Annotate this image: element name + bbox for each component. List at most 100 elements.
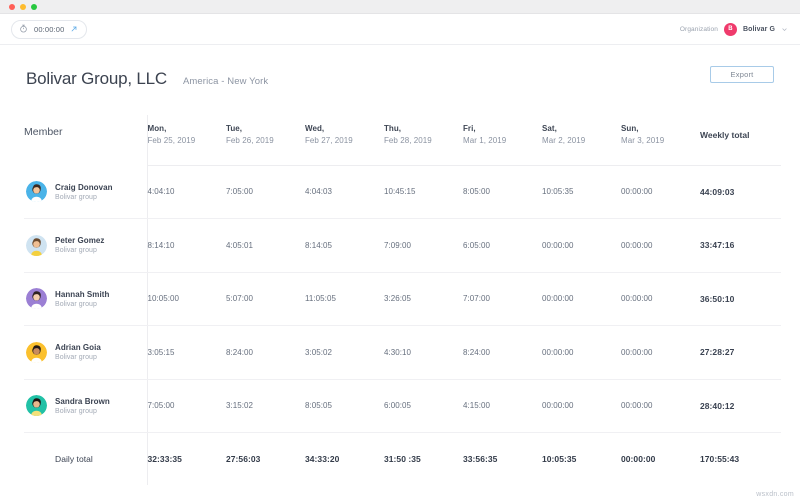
time-cell: 4:05:01 [226, 219, 305, 273]
column-header-day: Mon, Feb 25, 2019 [147, 115, 226, 165]
time-cell: 3:05:02 [305, 326, 384, 380]
weekly-total-cell: 36:50:10 [700, 272, 781, 326]
column-header-day: Thu, Feb 28, 2019 [384, 115, 463, 165]
member-name: Craig Donovan [55, 183, 113, 192]
time-cell: 00:00:00 [542, 379, 621, 433]
member-cell[interactable]: Adrian GoiaBolivar group [24, 326, 147, 380]
daily-total-cell: 31:50 :35 [384, 433, 463, 485]
organization-avatar: B [724, 23, 737, 36]
chevron-down-icon[interactable] [781, 20, 788, 38]
weekly-report-table-wrapper: Member Mon, Feb 25, 2019 Tue, Feb 26, 20… [24, 115, 776, 485]
daily-total-cell: 33:56:35 [463, 433, 542, 485]
member-organization: Bolivar group [55, 247, 104, 254]
weekly-total-cell: 27:28:27 [700, 326, 781, 380]
time-cell: 00:00:00 [542, 272, 621, 326]
day-of-week-label: Tue, [226, 123, 305, 135]
member-cell[interactable]: Sandra BrownBolivar group [24, 379, 147, 433]
grand-total-cell: 170:55:43 [700, 433, 781, 485]
page-timezone: America - New York [183, 76, 268, 87]
time-cell: 8:24:00 [226, 326, 305, 380]
daily-total-cell: 10:05:35 [542, 433, 621, 485]
day-date-label: Mar 2, 2019 [542, 135, 621, 147]
member-organization: Bolivar group [55, 194, 113, 201]
time-cell: 4:30:10 [384, 326, 463, 380]
table-row[interactable]: Adrian GoiaBolivar group3:05:158:24:003:… [24, 326, 781, 380]
member-cell[interactable]: Peter Gomez Bolivar group [24, 219, 147, 273]
day-of-week-label: Sat, [542, 123, 621, 135]
column-header-day: Tue, Feb 26, 2019 [226, 115, 305, 165]
time-cell: 6:00:05 [384, 379, 463, 433]
time-cell: 3:05:15 [147, 326, 226, 380]
avatar-portrait [26, 342, 47, 363]
time-cell: 8:14:05 [305, 219, 384, 273]
day-of-week-label: Mon, [148, 123, 227, 135]
time-cell: 00:00:00 [621, 219, 700, 273]
daily-total-cell: 27:56:03 [226, 433, 305, 485]
table-row[interactable]: Craig DonovanBolivar group4:04:107:05:00… [24, 165, 781, 219]
day-of-week-label: Fri, [463, 123, 542, 135]
timer-widget[interactable]: 00:00:00 [11, 20, 87, 39]
expand-arrow-icon[interactable] [70, 20, 78, 38]
day-date-label: Feb 25, 2019 [148, 135, 227, 147]
time-cell: 8:05:00 [463, 165, 542, 219]
organization-name: Bolivar G [743, 26, 775, 33]
time-cell: 00:00:00 [621, 379, 700, 433]
time-cell: 4:04:10 [147, 165, 226, 219]
minimize-window-button[interactable] [20, 4, 26, 10]
app-topbar: 00:00:00 Organization B Bolivar G [0, 14, 800, 45]
time-cell: 7:05:00 [147, 379, 226, 433]
daily-total-label: Daily total [24, 433, 147, 485]
table-row[interactable]: Hannah SmithBolivar group10:05:005:07:00… [24, 272, 781, 326]
stopwatch-icon [19, 20, 28, 38]
daily-total-row: Daily total32:33:3527:56:0334:33:2031:50… [24, 433, 781, 485]
time-cell: 8:05:05 [305, 379, 384, 433]
weekly-report-table: Member Mon, Feb 25, 2019 Tue, Feb 26, 20… [24, 115, 781, 485]
maximize-window-button[interactable] [31, 4, 37, 10]
page-title: Bolivar Group, LLC [26, 69, 167, 89]
day-date-label: Mar 1, 2019 [463, 135, 542, 147]
timer-value: 00:00:00 [34, 25, 64, 34]
member-cell[interactable]: Craig Donovan Bolivar group [24, 165, 147, 219]
daily-total-cell: 34:33:20 [305, 433, 384, 485]
member-name: Peter Gomez [55, 236, 104, 245]
time-cell: 4:04:03 [305, 165, 384, 219]
column-header-day: Sun, Mar 3, 2019 [621, 115, 700, 165]
watermark: wsxdn.com [756, 491, 794, 498]
avatar [26, 181, 47, 202]
time-cell: 00:00:00 [542, 326, 621, 380]
export-button[interactable]: Export [710, 66, 774, 83]
time-cell: 10:05:00 [147, 272, 226, 326]
daily-total-cell: 32:33:35 [147, 433, 226, 485]
app-root: 00:00:00 Organization B Bolivar G Boliva… [0, 0, 800, 501]
time-cell: 10:45:15 [384, 165, 463, 219]
day-date-label: Feb 26, 2019 [226, 135, 305, 147]
member-name: Hannah Smith [55, 290, 109, 299]
table-row[interactable]: Peter Gomez Bolivar group 8:14:104:05:018:… [24, 219, 781, 273]
table-body: Craig Donovan Bolivar group 4:04:10 7:05:00… [24, 165, 781, 485]
page-header: Bolivar Group, LLC America - New York Ex… [0, 45, 800, 89]
close-window-button[interactable] [9, 4, 15, 10]
column-header-day: Sat, Mar 2, 2019 [542, 115, 621, 165]
member-cell[interactable]: Hannah SmithBolivar group [24, 272, 147, 326]
time-cell: 3:26:05 [384, 272, 463, 326]
table-row[interactable]: Sandra BrownBolivar group7:05:003:15:028… [24, 379, 781, 433]
weekly-total-cell: 28:40:12 [700, 379, 781, 433]
column-header-day: Fri, Mar 1, 2019 [463, 115, 542, 165]
member-name: Adrian Goia [55, 343, 101, 352]
time-cell: 8:24:00 [463, 326, 542, 380]
time-cell: 8:14:10 [147, 219, 226, 273]
member-name: Sandra Brown [55, 397, 110, 406]
time-cell: 11:05:05 [305, 272, 384, 326]
avatar [26, 342, 47, 363]
weekly-total-cell: 44:09:03 [700, 165, 781, 219]
avatar [26, 288, 47, 309]
day-of-week-label: Wed, [305, 123, 384, 135]
avatar-portrait [26, 288, 47, 309]
time-cell: 3:15:02 [226, 379, 305, 433]
time-cell: 6:05:00 [463, 219, 542, 273]
time-cell: 5:07:00 [226, 272, 305, 326]
organization-selector[interactable]: Organization B Bolivar G [680, 20, 788, 38]
day-date-label: Feb 27, 2019 [305, 135, 384, 147]
day-date-label: Mar 3, 2019 [621, 135, 700, 147]
avatar-portrait [26, 235, 47, 256]
